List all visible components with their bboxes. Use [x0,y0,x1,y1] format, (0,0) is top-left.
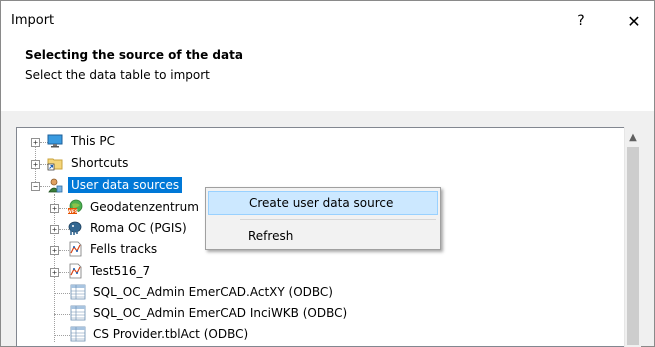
tree-node-label: Shortcuts [71,156,129,170]
tree-node-shortcuts[interactable]: + Shortcuts [17,153,617,175]
scroll-up-arrow-icon[interactable]: ▲ [625,129,641,145]
window-title: Import [11,13,55,28]
tree-node-label: Geodatenzentrum [90,200,199,214]
menu-item-refresh[interactable]: Refresh [208,224,438,248]
collapse-toggle[interactable]: − [31,182,40,191]
tree-node-sql-inciwkb[interactable]: SQL_OC_Admin EmerCAD InciWKB (ODBC) [17,303,617,325]
menu-item-label: Refresh [248,229,294,243]
table-icon [70,284,86,300]
page-subheading: Select the data table to import [25,68,210,82]
tree-node-label: SQL_OC_Admin EmerCAD InciWKB (ODBC) [93,306,348,320]
vector-file-icon [69,263,82,279]
tree-node-label: Roma OC (PGIS) [90,221,187,235]
vector-file-icon [69,241,82,257]
page-heading: Selecting the source of the data [25,48,243,62]
tree-scrollbar[interactable]: ▲ [624,127,641,347]
table-icon [70,305,86,321]
tree-node-label: Fells tracks [90,242,158,256]
tree-node-label: User data sources [68,177,183,193]
tree-node-label: This PC [71,134,115,148]
tree-node-cs-provider[interactable]: CS Provider.tblAct (ODBC) [17,324,617,346]
menu-item-create-user-data-source[interactable]: Create user data source [208,191,438,215]
user-data-sources-icon [48,178,63,193]
tree-node-label: SQL_OC_Admin EmerCAD.ActXY (ODBC) [93,285,333,299]
close-button[interactable]: ✕ [620,7,648,35]
svg-text:WFS: WFS [67,209,78,215]
shortcut-folder-icon [47,158,63,171]
expand-toggle[interactable]: + [50,268,59,277]
expand-toggle[interactable]: + [50,204,59,213]
tree-node-this-pc[interactable]: + This PC [17,131,617,153]
title-bar: Import ? ✕ [1,1,654,41]
expand-toggle[interactable]: + [31,160,40,169]
tree-node-label: Test516_7 [90,264,151,278]
table-icon [70,326,86,342]
context-menu: Create user data source Refresh [205,187,441,250]
menu-separator [240,219,436,220]
scroll-thumb[interactable] [627,147,639,345]
computer-icon [47,134,63,148]
wfs-icon: WFS [67,199,83,215]
tree-node-sql-actxy[interactable]: SQL_OC_Admin EmerCAD.ActXY (ODBC) [17,282,617,304]
tree-node-label: CS Provider.tblAct (ODBC) [93,327,249,341]
expand-toggle[interactable]: + [31,138,40,147]
expand-toggle[interactable]: + [50,246,59,255]
tree-node-test516-7[interactable]: + Test516_7 [17,261,617,283]
expand-toggle[interactable]: + [50,225,59,234]
menu-item-label: Create user data source [249,196,394,210]
postgis-elephant-icon [68,221,82,235]
help-button[interactable]: ? [567,7,595,35]
